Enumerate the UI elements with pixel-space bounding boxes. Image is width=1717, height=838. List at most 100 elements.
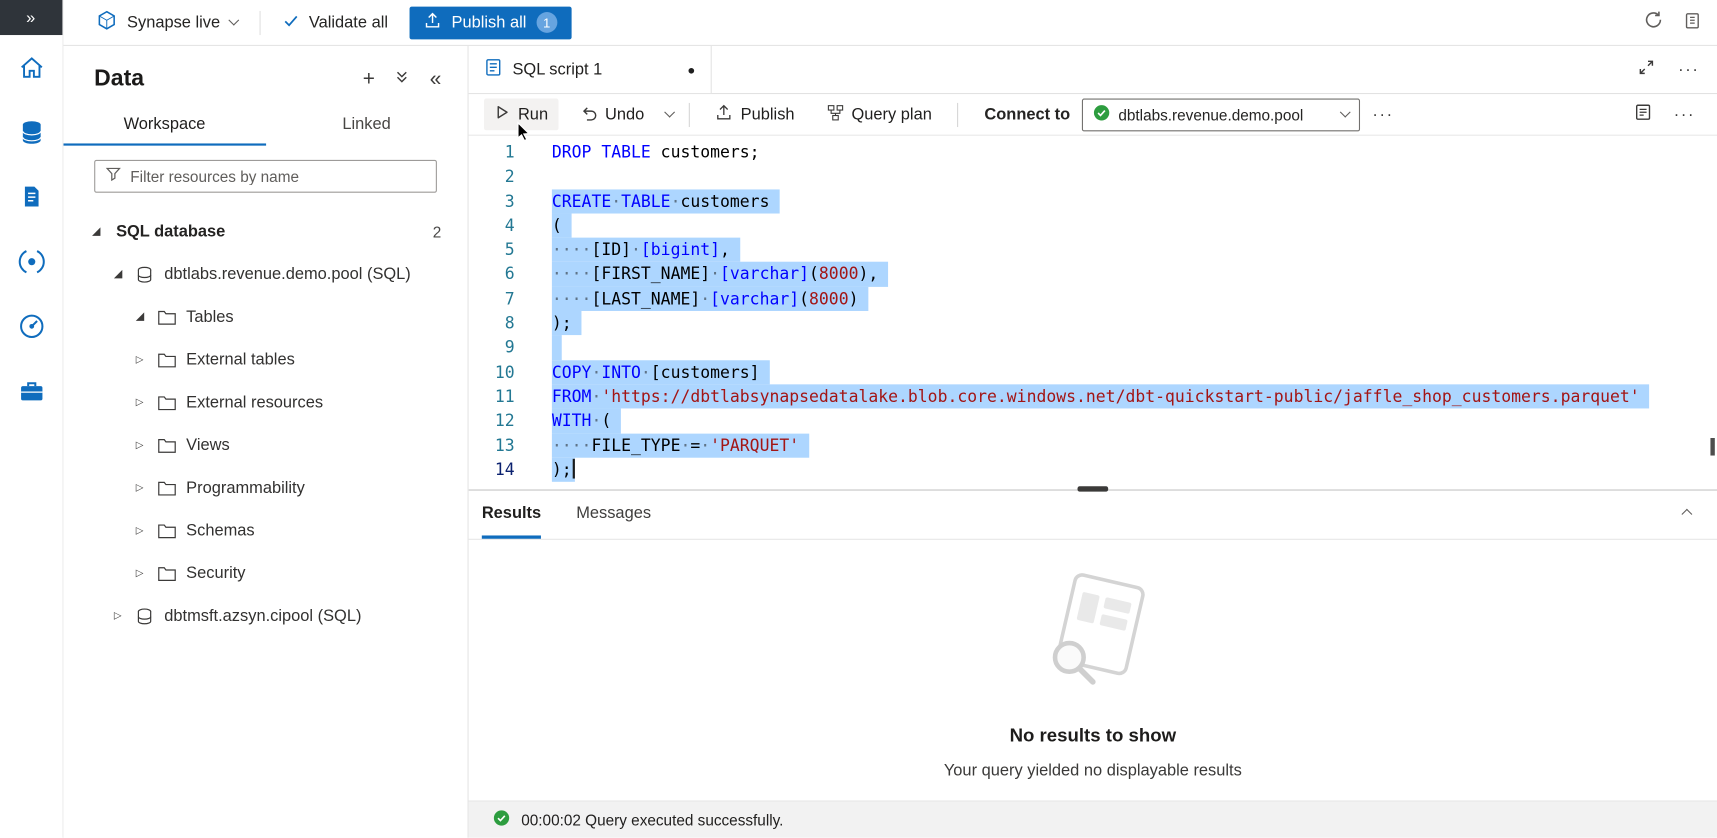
chevron-down-icon [1340,107,1351,118]
run-button[interactable]: Run [484,99,558,131]
nav-monitor[interactable] [14,311,49,346]
code-line-12[interactable]: 12WITH·( [469,409,1717,433]
query-plan-button[interactable]: Query plan [816,98,941,131]
code-line-14[interactable]: 14); [469,458,1717,482]
code-line-1[interactable]: 1DROP TABLE customers; [469,140,1717,164]
tree-item-programmability[interactable]: ▷Programmability [64,466,468,509]
toolbar-more-button[interactable]: ··· [1372,105,1393,124]
caret-collapsed-icon[interactable]: ▷ [136,482,158,494]
nav-develop[interactable] [14,182,49,217]
validate-all-button[interactable]: Validate all [283,11,388,33]
nav-manage[interactable] [14,376,49,411]
line-number[interactable]: 6 [469,262,552,286]
line-number[interactable]: 8 [469,311,552,335]
tree-item-external-resources[interactable]: ▷ External resources [64,381,468,424]
branch-mode-label: Synapse live [127,13,220,32]
double-chevron-down-icon [395,68,410,89]
code-line-11[interactable]: 11FROM·'https://dbtlabsynapsedatalake.bl… [469,384,1717,408]
code-line-10[interactable]: 10COPY·INTO·[customers] [469,360,1717,384]
refresh-icon [1644,10,1664,35]
tree-item-schemas[interactable]: ▷Schemas [64,509,468,552]
code-line-8[interactable]: 8); [469,311,1717,335]
toolbar-right-more-button[interactable]: ··· [1674,105,1695,124]
nav-integrate[interactable] [14,246,49,281]
nav-data[interactable] [14,117,49,152]
refresh-button[interactable] [1644,10,1664,35]
add-resource-button[interactable]: + [363,68,375,89]
data-panel-tabs: Workspace Linked [64,103,468,146]
tree-item-tables[interactable]: ◢Tables [64,296,468,339]
collapse-panel-button[interactable]: « [430,68,442,89]
code-line-6[interactable]: 6····[FIRST_NAME]·[varchar](8000), [469,262,1717,286]
line-number[interactable]: 7 [469,287,552,311]
line-number[interactable]: 11 [469,384,552,408]
topbar-right-actions [1644,10,1717,35]
tab-sql-script-1[interactable]: SQL script 1 ● [469,46,712,93]
code-text: ····[ID]·[bigint], [552,238,740,262]
actions-menu-button[interactable] [395,68,410,89]
nav-home[interactable] [14,53,49,88]
publish-all-button[interactable]: Publish all 1 [410,6,571,39]
tree-item-sql-database[interactable]: ◢SQL database2 [64,210,468,253]
task-list-button[interactable] [1683,10,1702,34]
code-line-13[interactable]: 13····FILE_TYPE·=·'PARQUET' [469,433,1717,457]
code-text: CREATE·TABLE·customers [552,189,779,213]
code-text: WITH·( [552,409,621,433]
pipeline-icon [17,247,45,281]
expand-editor-button[interactable] [1638,59,1654,81]
line-number[interactable]: 4 [469,213,552,237]
tab-messages[interactable]: Messages [576,491,651,539]
caret-expanded-icon[interactable]: ◢ [136,311,158,323]
line-number[interactable]: 3 [469,189,552,213]
caret-collapsed-icon[interactable]: ▷ [114,610,136,622]
collapse-results-button[interactable] [1683,506,1691,518]
code-line-4[interactable]: 4( [469,213,1717,237]
line-number[interactable]: 12 [469,409,552,433]
tab-results[interactable]: Results [482,491,541,539]
caret-collapsed-icon[interactable]: ▷ [136,439,158,451]
tree-item-external-tables[interactable]: ▷External tables [64,338,468,381]
code-line-3[interactable]: 3CREATE·TABLE·customers [469,189,1717,213]
properties-button[interactable] [1633,102,1652,126]
sql-pool-icon [136,266,162,284]
tabstrip-more-button[interactable]: ··· [1678,60,1699,79]
nav-expand-button[interactable]: » [0,0,62,35]
code-line-7[interactable]: 7····[LAST_NAME]·[varchar](8000) [469,287,1717,311]
line-number[interactable]: 13 [469,433,552,457]
caret-collapsed-icon[interactable]: ▷ [136,396,158,408]
tab-workspace[interactable]: Workspace [64,103,266,146]
code-text: DROP TABLE customers; [552,140,760,164]
sql-code-editor[interactable]: 1DROP TABLE customers;23CREATE·TABLE·cus… [469,136,1717,490]
tab-linked[interactable]: Linked [266,103,468,146]
caret-expanded-icon[interactable]: ◢ [92,226,114,238]
tree-item-label: External resources [186,393,323,412]
tree-item-views[interactable]: ▷Views [64,424,468,467]
no-results-title: No results to show [1010,724,1177,746]
undo-menu-button[interactable] [666,113,674,116]
code-line-9[interactable]: 9 [469,335,1717,359]
tree-item-dbtlabs-revenue-demo-pool-sql[interactable]: ◢dbtlabs.revenue.demo.pool (SQL) [64,253,468,296]
caret-collapsed-icon[interactable]: ▷ [136,567,158,579]
editor-area: SQL script 1 ● ··· Run Undo [469,46,1717,838]
tree-item-dbtmsft-azsyn-cipool-sql[interactable]: ▷dbtmsft.azsyn.cipool (SQL) [64,595,468,638]
tree-item-security[interactable]: ▷Security [64,552,468,595]
line-number[interactable]: 10 [469,360,552,384]
undo-button[interactable]: Undo [570,98,654,131]
branch-mode-selector[interactable]: Synapse live [96,10,237,35]
caret-collapsed-icon[interactable]: ▷ [136,525,158,537]
code-line-5[interactable]: 5····[ID]·[bigint], [469,238,1717,262]
line-number[interactable]: 9 [469,335,552,359]
code-line-2[interactable]: 2 [469,165,1717,189]
synapse-studio-app: » Synapse live Validate all [0,0,1717,838]
caret-expanded-icon[interactable]: ◢ [114,268,136,280]
publish-button[interactable]: Publish [706,98,805,131]
sql-script-icon [484,58,503,81]
line-number[interactable]: 5 [469,238,552,262]
line-number[interactable]: 1 [469,140,552,164]
filter-resources-input[interactable] [130,168,426,186]
caret-collapsed-icon[interactable]: ▷ [136,354,158,366]
code-text: ( [552,213,572,237]
line-number[interactable]: 14 [469,458,552,482]
line-number[interactable]: 2 [469,165,552,189]
pool-selector-dropdown[interactable]: dbtlabs.revenue.demo.pool [1082,98,1360,131]
